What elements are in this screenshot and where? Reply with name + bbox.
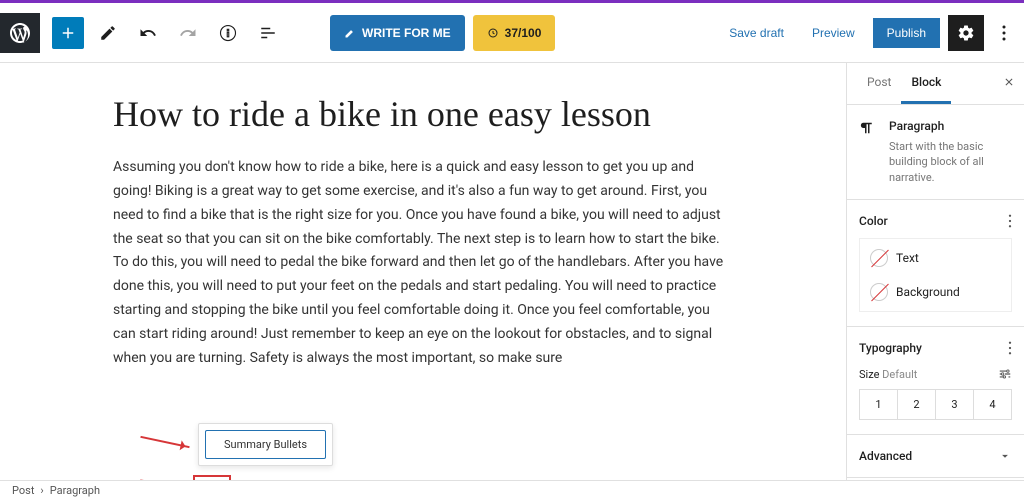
color-panel: Color Text Background bbox=[847, 200, 1024, 327]
preview-button[interactable]: Preview bbox=[802, 20, 865, 46]
post-title[interactable]: How to ride a bike in one easy lesson bbox=[113, 93, 733, 136]
block-name: Paragraph bbox=[889, 119, 1012, 133]
sliders-icon[interactable] bbox=[998, 367, 1012, 381]
dropdown-item-summary-bullets[interactable]: Summary Bullets bbox=[205, 430, 326, 459]
post-body[interactable]: Assuming you don't know how to ride a bi… bbox=[113, 156, 733, 370]
chevron-down-icon bbox=[998, 449, 1012, 463]
font-size-2[interactable]: 2 bbox=[898, 390, 936, 419]
main-area: How to ride a bike in one easy lesson As… bbox=[0, 63, 1024, 480]
wordpress-logo[interactable] bbox=[0, 13, 40, 53]
breadcrumb-post[interactable]: Post bbox=[12, 484, 34, 497]
tab-block[interactable]: Block bbox=[901, 63, 951, 104]
sidebar-tabs: Post Block bbox=[847, 63, 1024, 105]
more-icon[interactable] bbox=[1008, 341, 1012, 355]
annotation-arrow bbox=[140, 436, 189, 448]
font-size-buttons: 1 2 3 4 bbox=[859, 389, 1012, 420]
write-for-me-button[interactable]: WRITE FOR ME bbox=[330, 15, 465, 51]
color-swatch-none-icon bbox=[870, 249, 888, 267]
font-size-1[interactable]: 1 bbox=[860, 390, 898, 419]
editor-topbar: WRITE FOR ME 37/100 Save draft Preview P… bbox=[0, 3, 1024, 63]
edit-mode-button[interactable] bbox=[92, 17, 124, 49]
save-draft-button[interactable]: Save draft bbox=[719, 20, 794, 46]
breadcrumb-paragraph[interactable]: Paragraph bbox=[50, 484, 100, 497]
background-color-row[interactable]: Background bbox=[866, 275, 1005, 309]
text-color-row[interactable]: Text bbox=[866, 241, 1005, 275]
settings-sidebar: Post Block Paragraph Start with the basi… bbox=[846, 63, 1024, 480]
write-for-me-label: WRITE FOR ME bbox=[362, 26, 451, 40]
undo-button[interactable] bbox=[132, 17, 164, 49]
block-info-panel: Paragraph Start with the basic building … bbox=[847, 105, 1024, 200]
slash-command-dropdown: Summary Bullets bbox=[198, 423, 333, 466]
breadcrumb: Post › Paragraph bbox=[0, 480, 1024, 500]
typography-panel-header[interactable]: Typography bbox=[859, 341, 1012, 355]
more-options-button[interactable] bbox=[992, 15, 1016, 51]
font-size-3[interactable]: 3 bbox=[936, 390, 974, 419]
redo-button[interactable] bbox=[172, 17, 204, 49]
publish-button[interactable]: Publish bbox=[873, 18, 940, 48]
credits-label: 37/100 bbox=[505, 26, 542, 40]
color-swatch-none-icon bbox=[870, 283, 888, 301]
credits-button[interactable]: 37/100 bbox=[473, 15, 556, 51]
block-description: Start with the basic building block of a… bbox=[889, 139, 1012, 185]
add-block-button[interactable] bbox=[52, 17, 84, 49]
paragraph-icon bbox=[859, 119, 879, 185]
slash-command-input[interactable]: \su bbox=[193, 475, 231, 480]
font-size-4[interactable]: 4 bbox=[974, 390, 1011, 419]
more-icon[interactable] bbox=[1008, 214, 1012, 228]
advanced-panel-header[interactable]: Advanced bbox=[859, 449, 1012, 463]
info-button[interactable] bbox=[212, 17, 244, 49]
tab-post[interactable]: Post bbox=[857, 63, 901, 104]
color-panel-header[interactable]: Color bbox=[859, 214, 1012, 228]
outline-button[interactable] bbox=[252, 17, 284, 49]
settings-button[interactable] bbox=[948, 15, 984, 51]
advanced-panel: Advanced bbox=[847, 435, 1024, 478]
close-sidebar-button[interactable] bbox=[1000, 73, 1018, 91]
editor-canvas[interactable]: How to ride a bike in one easy lesson As… bbox=[0, 63, 846, 480]
typography-panel: Typography Size Default 1 2 3 4 bbox=[847, 327, 1024, 435]
